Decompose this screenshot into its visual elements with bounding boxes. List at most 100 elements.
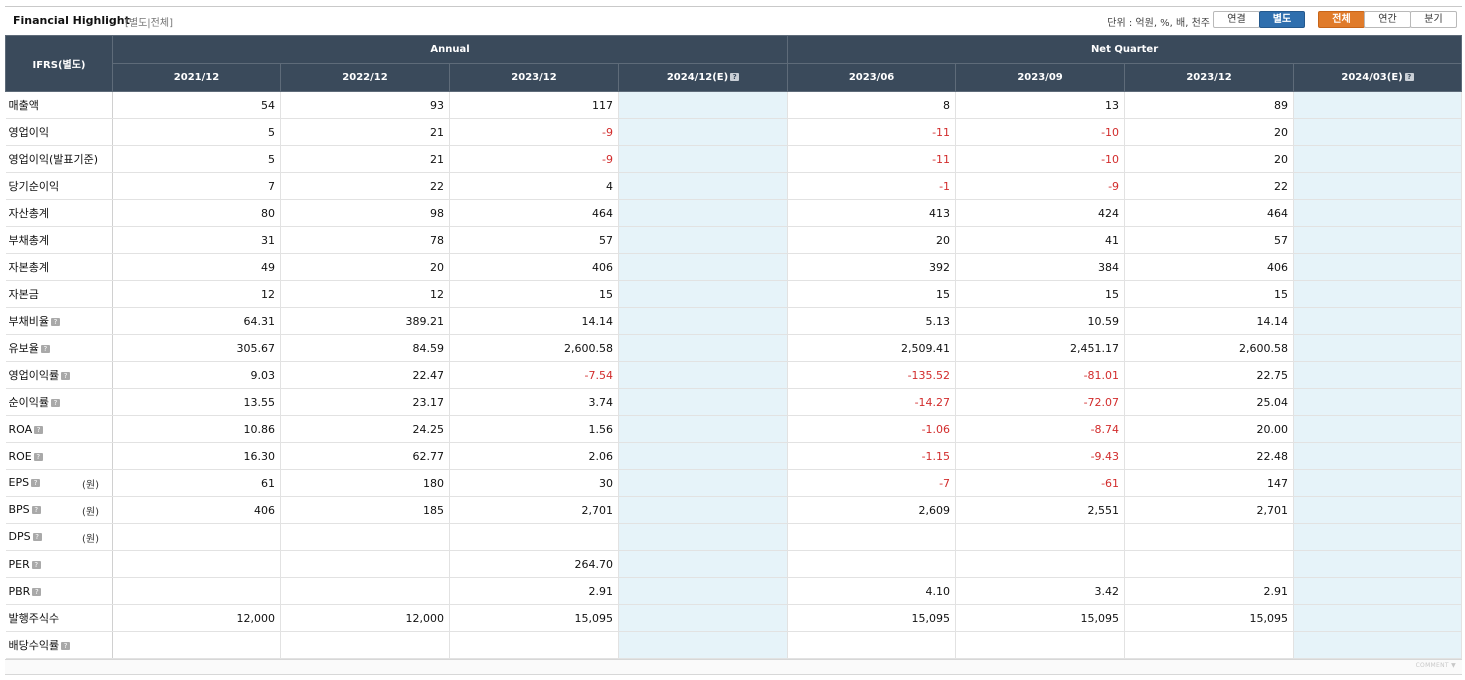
- separate-button[interactable]: 별도: [1259, 11, 1305, 28]
- ifrs-corner-header: IFRS(별도): [5, 35, 113, 92]
- row-label-text: 자산총계: [8, 207, 49, 220]
- row-label-text: ROE: [8, 449, 32, 463]
- table-footer: COMMENT ▼: [5, 659, 1462, 675]
- row-label-text: BPS: [8, 502, 30, 516]
- row-label-text: 부채총계: [8, 234, 49, 247]
- table-cell: 41: [955, 226, 1126, 254]
- estimate-help-icon[interactable]: ?: [730, 73, 740, 81]
- table-cell: 15,095: [449, 604, 619, 632]
- table-cell: -1: [787, 172, 957, 200]
- period-label: 2024/03(E): [1341, 72, 1403, 83]
- table-cell: -81.01: [955, 361, 1126, 389]
- table-cell: 3.74: [449, 388, 619, 416]
- table-cell: -10: [955, 145, 1126, 173]
- table-cell: -7: [787, 469, 957, 497]
- table-cell: [618, 226, 789, 254]
- all-periods-button[interactable]: 전체: [1318, 11, 1365, 28]
- row-label-text: PBR: [8, 584, 31, 598]
- table-cell: [618, 550, 789, 578]
- table-cell: [1293, 388, 1463, 416]
- table-cell: 2,551: [955, 496, 1126, 524]
- help-icon[interactable]: ?: [31, 560, 41, 569]
- table-cell: 12: [280, 280, 450, 308]
- section-title: Financial Highlight: [13, 14, 130, 27]
- help-icon[interactable]: ?: [61, 642, 71, 650]
- row-label: 배당수익률?: [5, 631, 113, 659]
- table-row: EPS? (원) 61 180 30 -7 -61 147: [5, 469, 1463, 497]
- table-cell: [618, 145, 789, 173]
- table-cell: 3.42: [955, 577, 1126, 605]
- table-cell: [1293, 442, 1463, 470]
- table-cell: 24.25: [280, 415, 450, 443]
- table-cell: [449, 523, 619, 551]
- table-row: 순이익률? 13.55 23.17 3.74 -14.27 -72.07 25.04: [5, 388, 1463, 416]
- table-cell: 93: [280, 91, 450, 119]
- help-icon[interactable]: ?: [34, 425, 44, 434]
- table-cell: [618, 523, 789, 551]
- table-cell: [618, 361, 789, 389]
- table-cell: 15,095: [787, 604, 957, 632]
- consolidated-button[interactable]: 연결: [1213, 11, 1260, 28]
- table-cell: 22.48: [1124, 442, 1295, 470]
- table-cell: [618, 199, 789, 227]
- table-cell: [112, 631, 281, 659]
- table-cell: [1293, 631, 1463, 659]
- table-cell: -10: [955, 118, 1126, 146]
- table-cell: [280, 523, 450, 551]
- table-cell: [955, 523, 1126, 551]
- table-cell: -1.15: [787, 442, 957, 470]
- help-icon[interactable]: ?: [32, 587, 42, 596]
- table-cell: 13: [955, 91, 1126, 119]
- table-row: 유보율? 305.67 84.59 2,600.58 2,509.41 2,451.17 2…: [5, 334, 1463, 362]
- table-cell: 22: [1124, 172, 1295, 200]
- comment-toggle[interactable]: COMMENT ▼: [1416, 662, 1456, 669]
- table-cell: 305.67: [112, 334, 281, 362]
- table-cell: 62.77: [280, 442, 450, 470]
- table-cell: -72.07: [955, 388, 1126, 416]
- table-cell: -14.27: [787, 388, 957, 416]
- row-label: ROA?: [5, 415, 113, 443]
- table-cell: -11: [787, 118, 957, 146]
- table-cell: [112, 550, 281, 578]
- row-label-text: 순이익률: [8, 396, 49, 409]
- annual-button[interactable]: 연간: [1364, 11, 1411, 28]
- help-icon[interactable]: ?: [50, 318, 60, 326]
- table-cell: 2.91: [1124, 577, 1295, 605]
- table-cell: 14.14: [1124, 307, 1295, 335]
- table-cell: -11: [787, 145, 957, 173]
- table-cell: [618, 442, 789, 470]
- table-row: 부채비율? 64.31 389.21 14.14 5.13 10.59 14.14: [5, 307, 1463, 335]
- help-icon[interactable]: ?: [31, 478, 41, 487]
- table-row: PBR? 2.91 4.10 3.42 2.91: [5, 577, 1463, 605]
- row-label-text: 유보율: [8, 342, 39, 355]
- help-icon[interactable]: ?: [32, 532, 42, 541]
- help-icon[interactable]: ?: [61, 372, 71, 380]
- period-label: 2022/12: [342, 72, 388, 83]
- table-cell: [449, 631, 619, 659]
- table-row: 영업이익 5 21 -9 -11 -10 20: [5, 118, 1463, 146]
- table-cell: 22.47: [280, 361, 450, 389]
- basis-toggle: 연결 별도: [1213, 11, 1305, 28]
- table-row: 영업이익률? 9.03 22.47 -7.54 -135.52 -81.01 22.75: [5, 361, 1463, 389]
- table-cell: 15,095: [955, 604, 1126, 632]
- table-cell: 13.55: [112, 388, 281, 416]
- estimate-help-icon[interactable]: ?: [1404, 73, 1414, 81]
- table-cell: 264.70: [449, 550, 619, 578]
- row-label: 자본총계: [5, 253, 113, 281]
- row-label-text: 매출액: [8, 99, 39, 112]
- table-cell: [1293, 334, 1463, 362]
- table-cell: [618, 118, 789, 146]
- quarterly-button[interactable]: 분기: [1410, 11, 1457, 28]
- help-icon[interactable]: ?: [33, 452, 43, 461]
- help-icon[interactable]: ?: [31, 505, 41, 514]
- help-icon[interactable]: ?: [50, 399, 60, 407]
- help-icon[interactable]: ?: [40, 345, 50, 353]
- table-cell: [1293, 145, 1463, 173]
- period-header: 2023/06: [787, 63, 957, 92]
- period-label: 2023/09: [1017, 72, 1063, 83]
- table-cell: [1293, 172, 1463, 200]
- table-cell: 14.14: [449, 307, 619, 335]
- table-cell: [280, 550, 450, 578]
- row-label: BPS? (원): [5, 496, 113, 524]
- table-cell: 2,600.58: [1124, 334, 1295, 362]
